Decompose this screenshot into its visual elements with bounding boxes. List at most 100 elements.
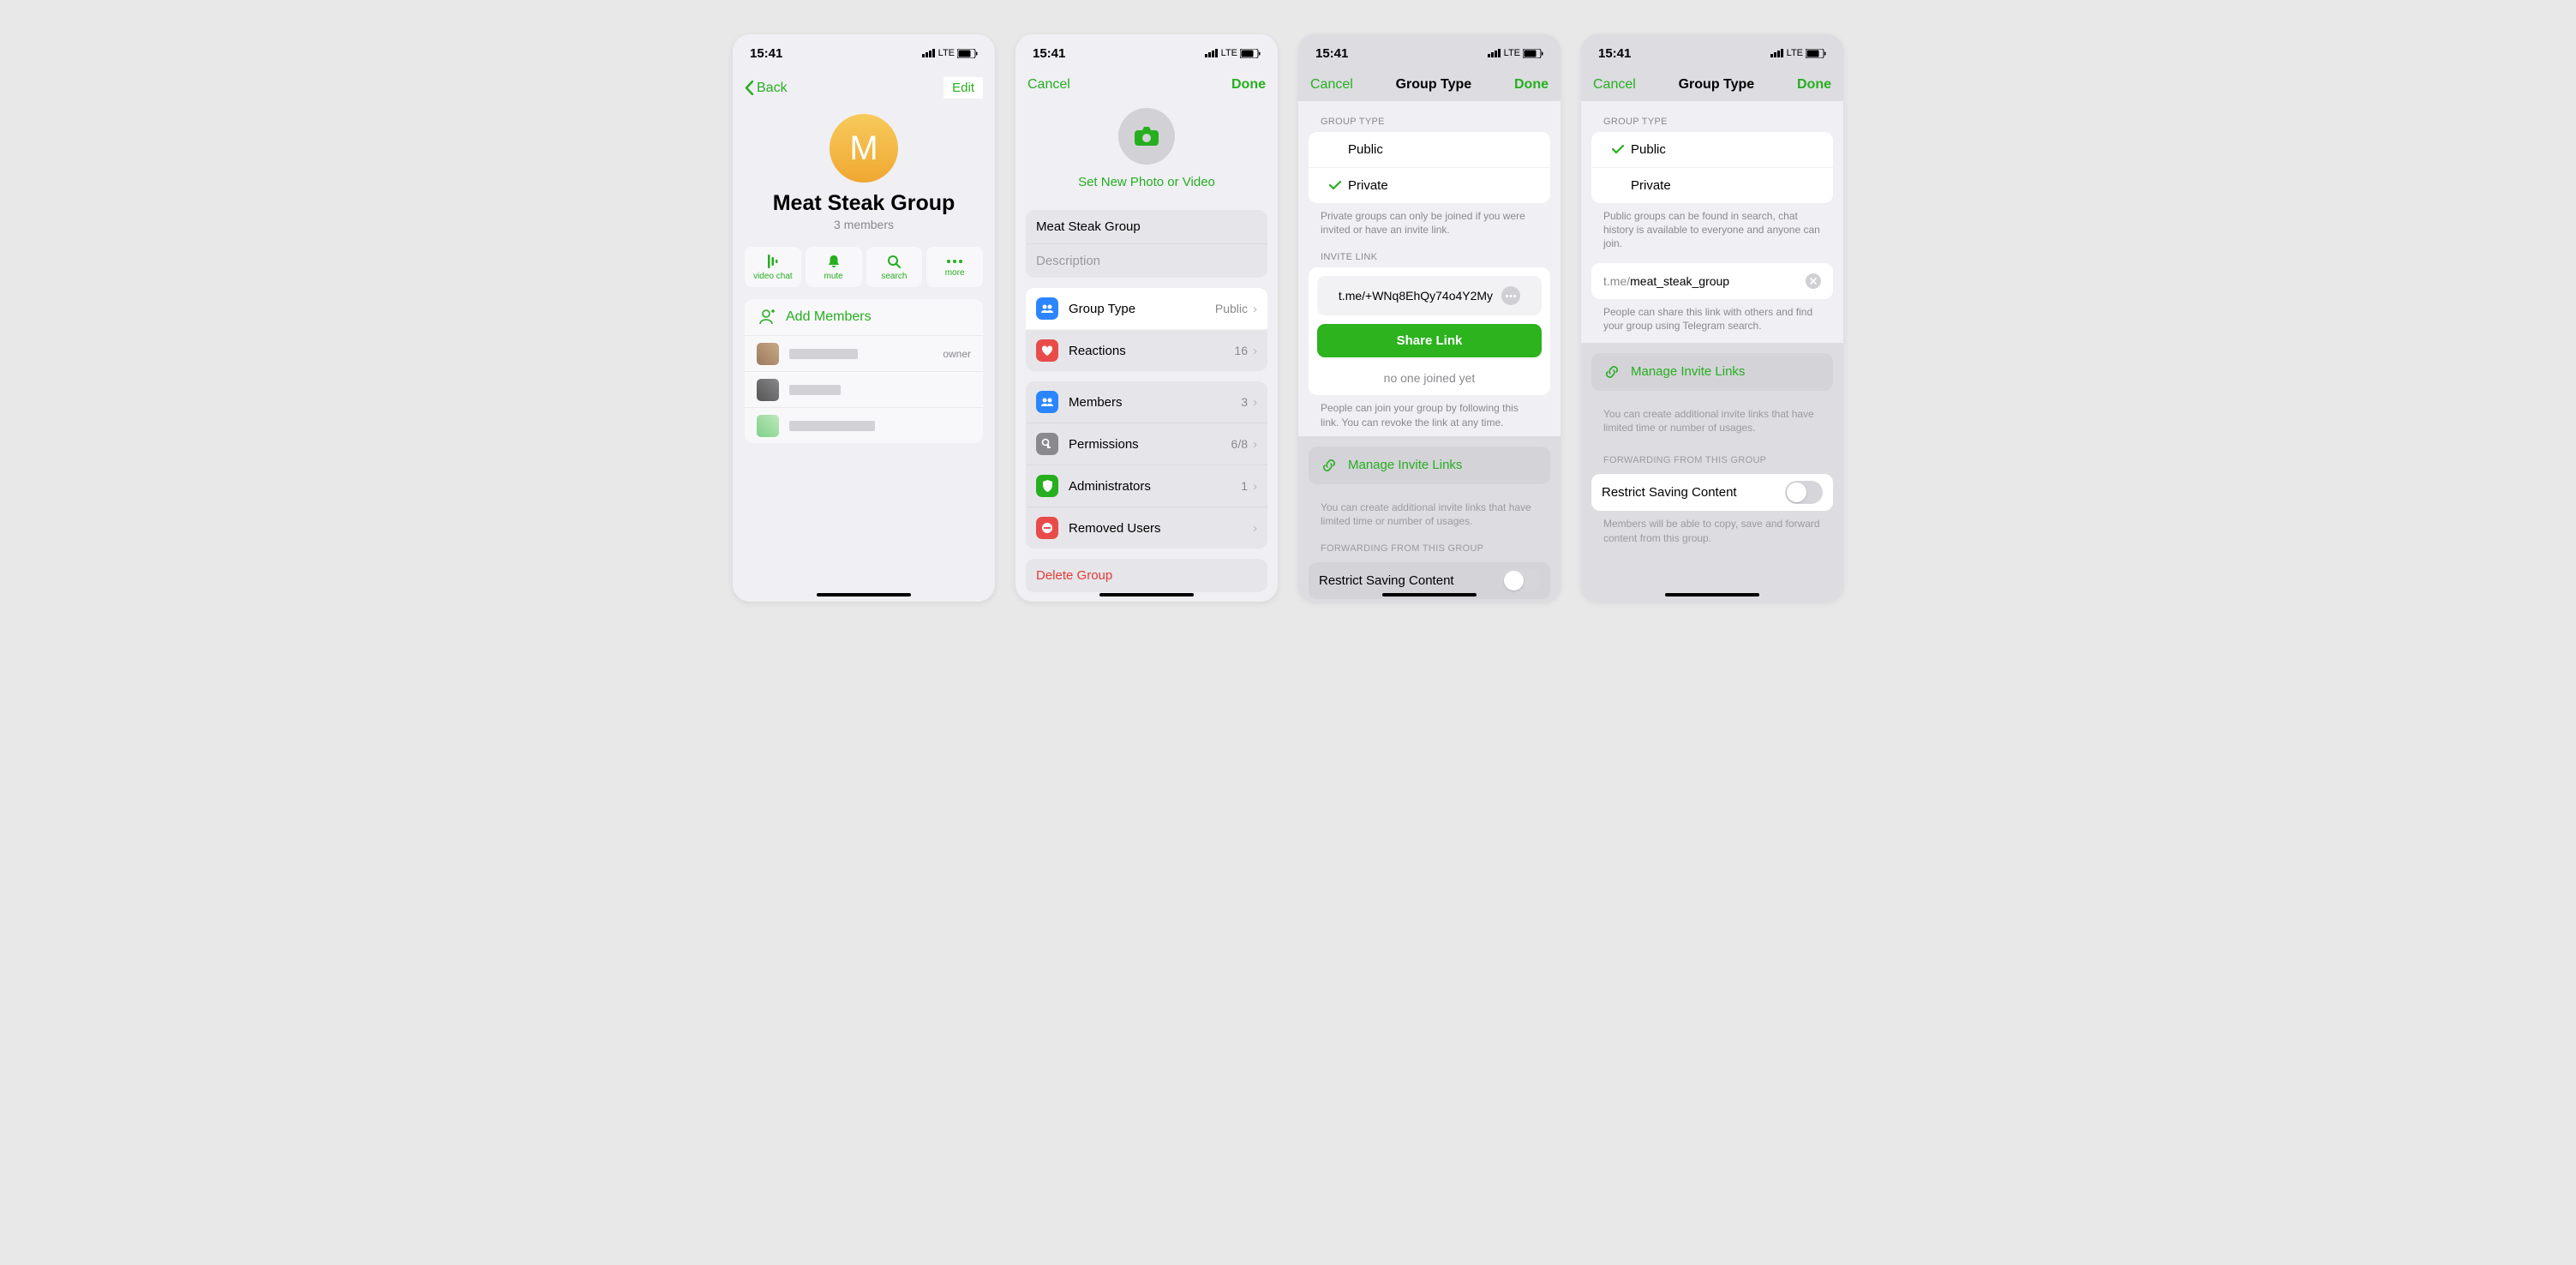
chevron-right-icon: › [1253,437,1257,452]
home-indicator[interactable] [1099,593,1194,597]
check-icon [1605,145,1631,154]
x-icon [1810,278,1817,285]
option-public[interactable]: Public [1309,132,1550,168]
description-input[interactable] [1036,254,1257,268]
member-row[interactable] [745,407,983,443]
removed-icon [1036,517,1058,539]
member-row[interactable] [745,371,983,407]
members-section: Add Members owner [745,299,983,443]
manage-label: Manage Invite Links [1631,364,1745,379]
nav-bar: Cancel Done [1015,72,1278,101]
permissions-row[interactable]: Permissions 6/8 › [1026,423,1267,465]
search-button[interactable]: search [866,247,923,287]
invite-footer: People can join your group by following … [1298,395,1561,429]
row-value: Public [1215,302,1248,315]
nav-bar: Cancel Group Type Done [1581,72,1843,101]
video-chat-button[interactable]: video chat [745,247,801,287]
status-time: 15:41 [1315,46,1348,61]
camera-icon [1135,127,1159,146]
chevron-right-icon: › [1253,344,1257,358]
screen-edit-group: 15:41 LTE Cancel Done Set New Photo or V… [1015,34,1278,602]
row-label: Permissions [1069,437,1139,452]
signal-icon [1488,49,1501,57]
group-subtitle: 3 members [733,218,995,231]
group-settings-section: Group Type Public › Reactions 16 › [1026,288,1267,371]
group-admin-section: Members 3 › Permissions 6/8 › Administra… [1026,381,1267,549]
group-avatar[interactable]: M [830,114,898,183]
invite-link-text[interactable]: t.me/+WNq8EhQy74o4Y2My [1339,289,1493,303]
done-button[interactable]: Done [1514,77,1549,93]
screen-group-type-public: 15:41 LTE Cancel Group Type Done GROUP T… [1581,34,1843,602]
add-members-label: Add Members [786,309,872,325]
cancel-button[interactable]: Cancel [1310,77,1353,93]
group-type-row[interactable]: Group Type Public › [1026,288,1267,330]
link-options-button[interactable] [1501,286,1520,305]
row-label: Group Type [1069,302,1135,316]
row-value: 6/8 [1231,437,1248,451]
manage-invite-links-button[interactable]: Manage Invite Links [1309,447,1550,484]
section-header-group-type: GROUP TYPE [1298,101,1561,132]
status-icons: LTE [1770,48,1826,58]
more-button[interactable]: more [926,247,983,287]
members-row[interactable]: Members 3 › [1026,381,1267,423]
action-label: video chat [746,272,800,281]
admins-row[interactable]: Administrators 1 › [1026,465,1267,507]
clear-button[interactable] [1806,273,1821,289]
status-icons: LTE [1205,48,1261,58]
mute-button[interactable]: mute [806,247,862,287]
share-link-button[interactable]: Share Link [1317,324,1542,357]
restrict-toggle[interactable] [1785,481,1823,504]
removed-users-row[interactable]: Removed Users › [1026,507,1267,549]
status-time: 15:41 [750,46,782,61]
back-button[interactable]: Back [745,81,788,96]
group-name-input[interactable] [1036,219,1257,234]
restrict-toggle[interactable] [1502,569,1540,592]
restrict-footer: Members will be able to copy, save and f… [1581,511,1843,544]
network-label: LTE [1221,48,1237,58]
home-indicator[interactable] [817,593,911,597]
cancel-button[interactable]: Cancel [1027,77,1070,93]
option-public[interactable]: Public [1591,132,1833,168]
chevron-right-icon: › [1253,521,1257,536]
permissions-icon [1036,433,1058,455]
option-label: Public [1348,142,1383,157]
delete-group-button[interactable]: Delete Group [1026,559,1267,592]
cancel-button[interactable]: Cancel [1593,77,1636,93]
set-photo-link[interactable]: Set New Photo or Video [1015,175,1278,200]
home-indicator[interactable] [1382,593,1477,597]
home-indicator[interactable] [1665,593,1759,597]
member-name-redacted [789,385,841,395]
network-label: LTE [938,48,955,58]
restrict-label: Restrict Saving Content [1319,573,1454,588]
edit-button[interactable]: Edit [944,77,983,99]
member-avatar [757,379,779,401]
action-label: more [928,268,981,278]
manage-label: Manage Invite Links [1348,458,1462,472]
manage-invite-links-button[interactable]: Manage Invite Links [1591,353,1833,391]
done-button[interactable]: Done [1231,77,1266,93]
add-members-button[interactable]: Add Members [745,299,983,335]
row-label: Administrators [1069,479,1151,494]
battery-icon [1240,49,1261,58]
option-private[interactable]: Private [1591,168,1833,203]
set-photo-circle[interactable] [1118,108,1175,165]
done-button[interactable]: Done [1797,77,1831,93]
group-title: Meat Steak Group [733,191,995,216]
group-type-options: Public Private [1591,132,1833,203]
nav-title: Group Type [1396,77,1472,93]
option-private[interactable]: Private [1309,168,1550,203]
restrict-label: Restrict Saving Content [1602,485,1737,500]
public-link-input[interactable]: t.me/ meat_steak_group [1591,263,1833,299]
network-label: LTE [1504,48,1520,58]
status-bar: 15:41 LTE [1298,34,1561,72]
reactions-row[interactable]: Reactions 16 › [1026,330,1267,371]
battery-icon [957,49,978,58]
member-row[interactable]: owner [745,335,983,371]
row-value: 3 [1241,395,1248,409]
restrict-content-row: Restrict Saving Content [1591,474,1833,511]
chevron-right-icon: › [1253,395,1257,410]
delete-section: Delete Group [1026,559,1267,592]
row-label: Reactions [1069,344,1126,358]
option-label: Private [1631,178,1671,193]
option-label: Private [1348,178,1388,193]
